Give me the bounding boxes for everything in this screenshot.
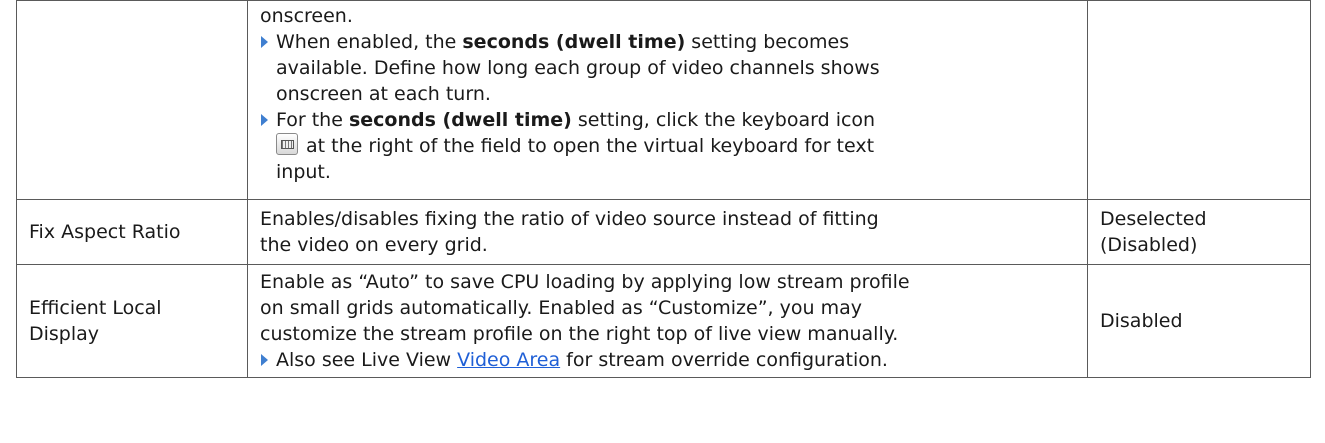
setting-description-cell: Enables/disables fixing the ratio of vid…: [247, 199, 1088, 265]
default-value: Deselected: [1100, 208, 1207, 230]
table-row: onscreen. When enabled, the seconds (dwe…: [16, 0, 1311, 200]
keyboard-icon: [276, 133, 298, 155]
setting-name: Efficient Local: [29, 297, 162, 319]
emphasis-text: seconds (dwell time): [462, 31, 686, 53]
setting-name-cell: [16, 0, 248, 200]
setting-name-cell: Fix Aspect Ratio: [16, 199, 248, 265]
bullet-item: For the seconds (dwell time) setting, cl…: [260, 107, 1075, 185]
video-area-link[interactable]: Video Area: [457, 349, 560, 371]
emphasis-text: seconds (dwell time): [348, 109, 572, 131]
setting-description-cell: Enable as “Auto” to save CPU loading by …: [247, 264, 1088, 378]
setting-description-cell: onscreen. When enabled, the seconds (dwe…: [247, 0, 1088, 200]
settings-table: onscreen. When enabled, the seconds (dwe…: [16, 0, 1311, 378]
setting-default-cell: [1087, 0, 1311, 200]
setting-default-cell: Disabled: [1087, 264, 1311, 378]
description-text: customize the stream profile on the righ…: [260, 323, 899, 345]
setting-default-cell: Deselected (Disabled): [1087, 199, 1311, 265]
description-text: Enables/disables fixing the ratio of vid…: [260, 208, 879, 230]
bullet-item: When enabled, the seconds (dwell time) s…: [260, 29, 1075, 107]
description-text: on small grids automatically. Enabled as…: [260, 297, 862, 319]
description-text: Enable as “Auto” to save CPU loading by …: [260, 271, 910, 293]
description-text: onscreen.: [260, 5, 353, 27]
setting-name-cell: Efficient Local Display: [16, 264, 248, 378]
setting-name: Display: [29, 323, 100, 345]
description-text: the video on every grid.: [260, 234, 488, 256]
default-value: (Disabled): [1100, 234, 1198, 256]
bullet-item: Also see Live View Video Area for stream…: [260, 347, 1075, 373]
table-row: Efficient Local Display Enable as “Auto”…: [16, 264, 1311, 378]
table-row: Fix Aspect Ratio Enables/disables fixing…: [16, 199, 1311, 265]
